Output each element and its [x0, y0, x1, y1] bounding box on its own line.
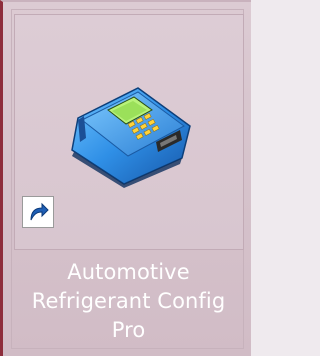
shortcut-label-line-1: Automotive	[67, 260, 190, 284]
shortcut-label-line-2: Refrigerant Config	[31, 289, 226, 313]
refrigerant-analyzer-device-icon	[71, 87, 191, 188]
shortcut-arrow-icon	[22, 196, 54, 228]
shortcut-label: Automotive Refrigerant Config Pro	[3, 258, 254, 345]
desktop-shortcut-tile[interactable]: Automotive Refrigerant Config Pro	[0, 0, 251, 356]
shortcut-label-line-3: Pro	[111, 318, 146, 342]
